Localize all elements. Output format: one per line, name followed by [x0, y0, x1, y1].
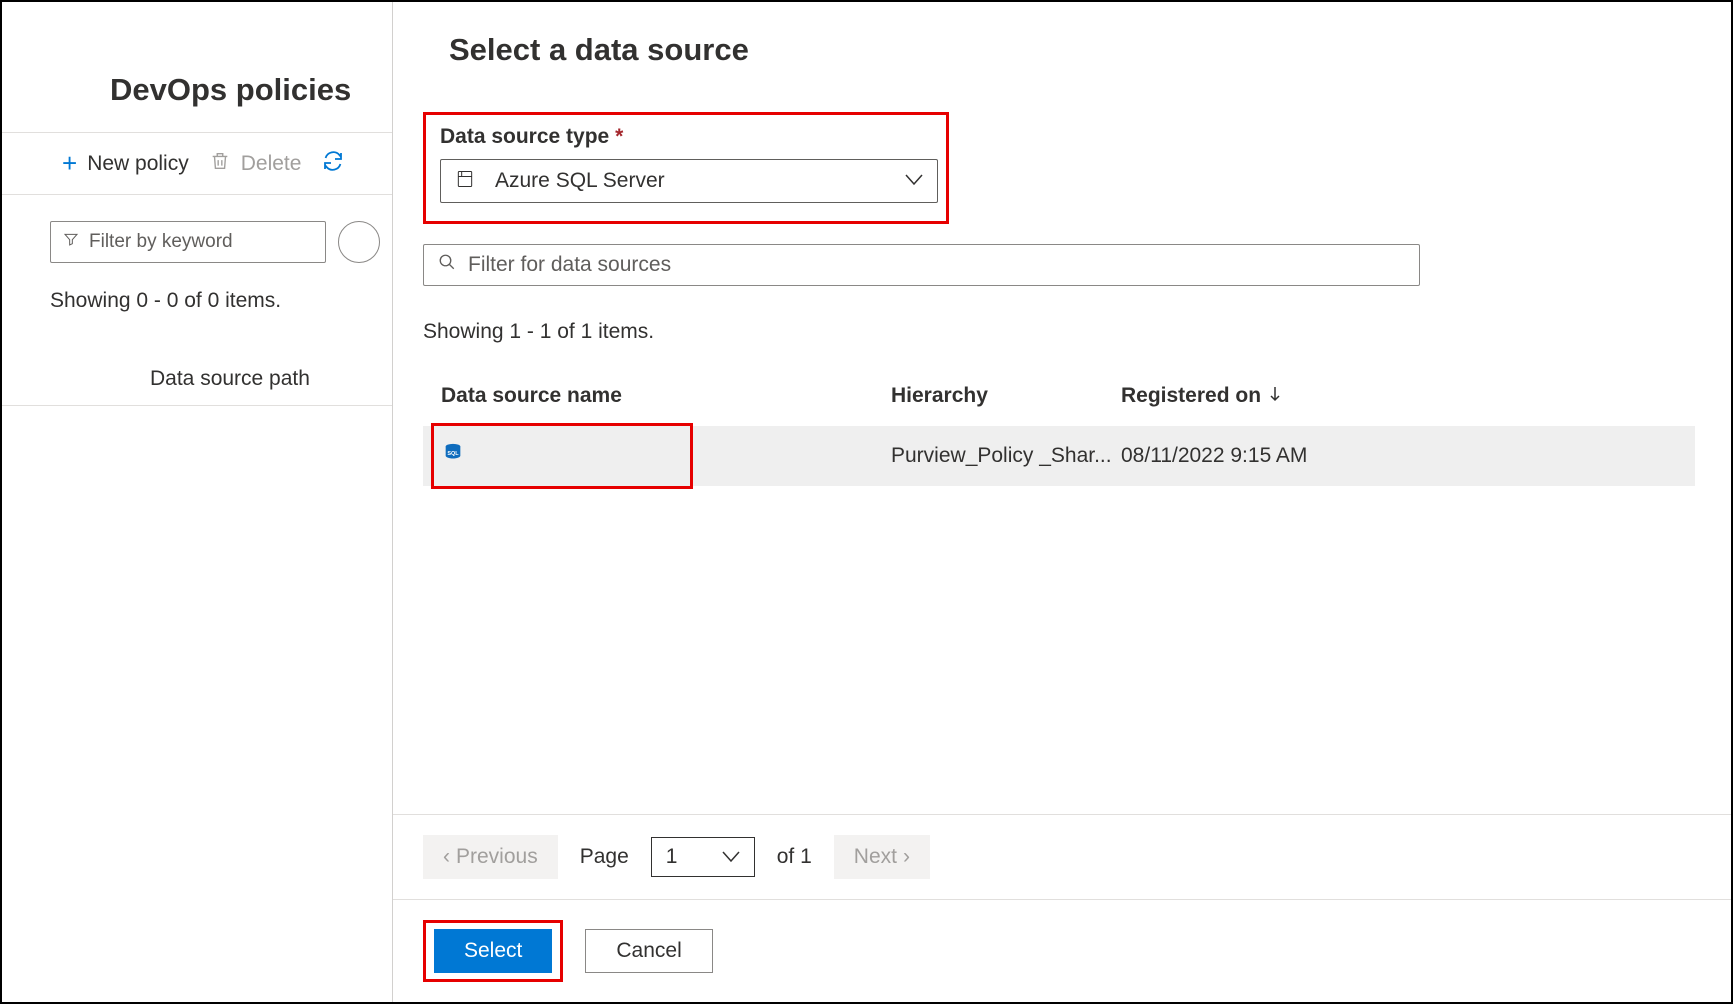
select-datasource-panel: Select a data source Data source type * … — [392, 2, 1731, 1002]
table-header: Data source name Hierarchy Registered on — [423, 384, 1695, 426]
select-button[interactable]: Select — [434, 929, 552, 973]
row-name-highlight: SQL — [431, 423, 693, 489]
delete-button[interactable]: Delete — [209, 149, 302, 179]
page-value: 1 — [666, 845, 702, 869]
sort-desc-icon — [1269, 384, 1281, 408]
new-policy-label: New policy — [87, 152, 189, 176]
pagination: ‹ Previous Page 1 of 1 Next › — [393, 814, 1731, 899]
showing-count: Showing 0 - 0 of 0 items. — [2, 263, 392, 313]
search-icon — [438, 253, 456, 277]
new-policy-button[interactable]: + New policy — [62, 148, 189, 179]
required-marker: * — [615, 125, 623, 148]
cancel-button[interactable]: Cancel — [585, 929, 712, 973]
row-hierarchy: Purview_Policy _Shar... — [891, 444, 1121, 468]
filter-row: Filter by keyword — [2, 195, 392, 263]
col-header-name[interactable]: Data source name — [441, 384, 891, 408]
page-select[interactable]: 1 — [651, 837, 755, 877]
filter-icon — [63, 231, 79, 253]
of-label: of 1 — [777, 845, 812, 869]
page-label: Page — [580, 845, 629, 869]
chevron-down-icon — [722, 845, 740, 869]
filter-extra-button[interactable] — [338, 221, 380, 263]
next-label: Next — [854, 845, 897, 869]
refresh-icon[interactable] — [321, 149, 345, 178]
data-source-type-label: Data source type * — [440, 125, 924, 149]
trash-icon — [209, 149, 231, 179]
datasource-table: Data source name Hierarchy Registered on… — [423, 384, 1695, 486]
col-header-hierarchy[interactable]: Hierarchy — [891, 384, 1121, 408]
data-source-type-block: Data source type * Azure SQL Server — [423, 112, 949, 224]
dropdown-value: Azure SQL Server — [495, 169, 885, 193]
filter-placeholder: Filter by keyword — [89, 231, 233, 253]
filter-datasources-input[interactable]: Filter for data sources — [423, 244, 1420, 286]
search-placeholder: Filter for data sources — [468, 253, 671, 277]
prev-page-button[interactable]: ‹ Previous — [423, 835, 558, 879]
sql-server-icon: SQL — [442, 441, 464, 471]
chevron-down-icon — [905, 171, 923, 191]
col-header-registered[interactable]: Registered on — [1121, 384, 1677, 408]
page-title: DevOps policies — [2, 2, 392, 108]
svg-text:SQL: SQL — [447, 451, 459, 457]
left-pane: DevOps policies + New policy Delete Filt… — [2, 2, 392, 1002]
chevron-left-icon: ‹ — [443, 845, 450, 869]
select-highlight: Select — [423, 920, 563, 982]
next-page-button[interactable]: Next › — [834, 835, 930, 879]
plus-icon: + — [62, 148, 77, 179]
showing-count-panel: Showing 1 - 1 of 1 items. — [423, 320, 1695, 344]
toolbar: + New policy Delete — [2, 133, 392, 194]
chevron-right-icon: › — [903, 845, 910, 869]
panel-title: Select a data source — [423, 26, 1695, 68]
data-source-type-dropdown[interactable]: Azure SQL Server — [440, 159, 938, 203]
database-icon — [455, 169, 475, 194]
panel-footer: Select Cancel — [393, 899, 1731, 1002]
row-registered: 08/11/2022 9:15 AM — [1121, 444, 1677, 468]
col-header-path: Data source path — [2, 313, 392, 406]
table-row[interactable]: SQL Purview_Policy _Shar... 08/11/2022 9… — [423, 426, 1695, 486]
delete-label: Delete — [241, 152, 302, 176]
prev-label: Previous — [456, 845, 538, 869]
filter-keyword-input[interactable]: Filter by keyword — [50, 221, 326, 263]
